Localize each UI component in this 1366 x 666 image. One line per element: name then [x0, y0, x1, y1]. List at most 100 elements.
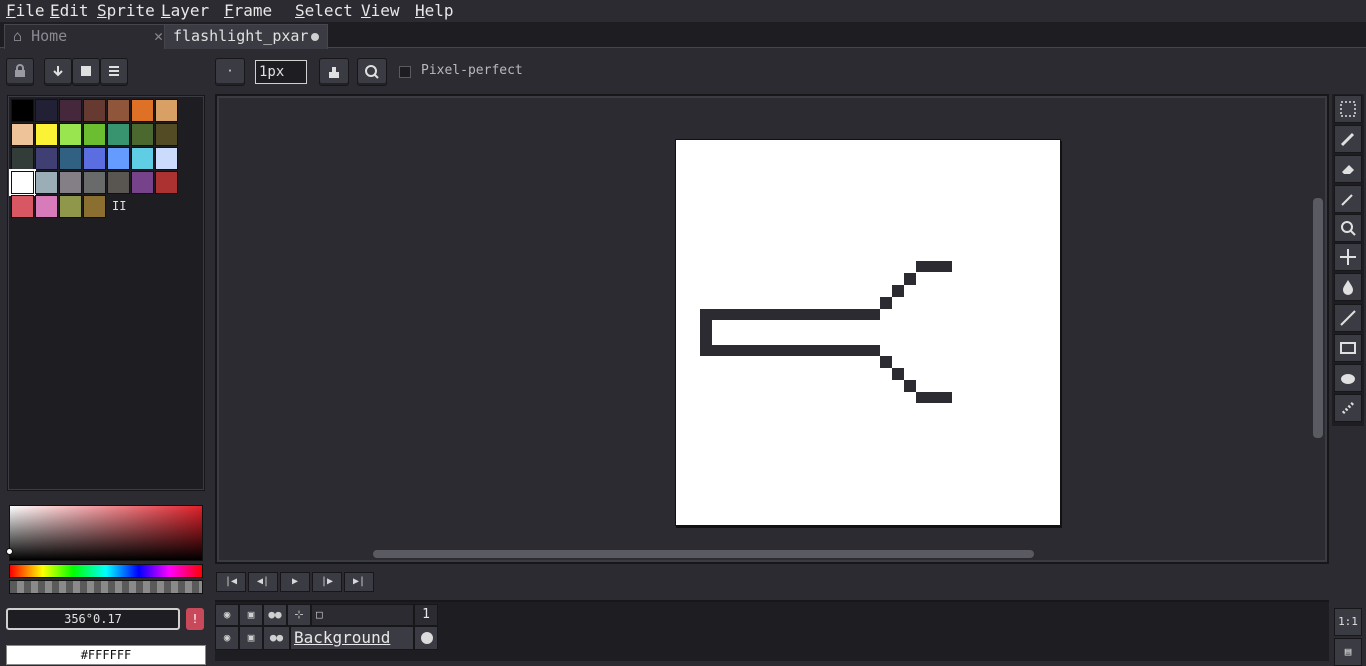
menu-layer[interactable]: Layer [161, 0, 209, 22]
spray-tool[interactable] [1334, 394, 1362, 422]
palette-swatch[interactable] [35, 99, 58, 122]
palette-swatch[interactable] [35, 195, 58, 218]
palette-swatch[interactable] [83, 99, 106, 122]
move-tool[interactable] [1334, 243, 1362, 271]
marquee-tool[interactable] [1334, 95, 1362, 123]
palette-swatch[interactable] [107, 171, 130, 194]
palette-swatch[interactable] [59, 195, 82, 218]
paint-bucket-tool[interactable] [1334, 273, 1362, 301]
saturation-value-picker[interactable] [9, 505, 203, 561]
blur-tool[interactable] [1334, 364, 1362, 392]
palette-download-button[interactable] [44, 58, 72, 86]
hex-color-field[interactable]: #FFFFFF [6, 645, 206, 665]
palette-swatch[interactable] [155, 99, 178, 122]
menu-sprite[interactable]: Sprite [97, 0, 155, 22]
ink-button[interactable] [319, 58, 349, 86]
palette-swatch[interactable] [107, 123, 130, 146]
next-frame-button[interactable]: |▶ [312, 572, 342, 592]
pencil-icon [1340, 132, 1355, 147]
line-tool[interactable] [1334, 304, 1362, 332]
palette-swatch[interactable] [155, 171, 178, 194]
color-hsv-field[interactable]: 356°0.17 [6, 608, 180, 630]
palette-swatch[interactable] [11, 123, 34, 146]
previous-frame-button[interactable]: ◀| [248, 572, 278, 592]
play-button[interactable]: ▶ [280, 572, 310, 592]
palette-swatch[interactable] [35, 147, 58, 170]
palette-swatch[interactable] [83, 195, 106, 218]
menu-view[interactable]: View [361, 0, 400, 22]
pause-glyph: II [112, 199, 127, 213]
palette-swatch[interactable] [59, 99, 82, 122]
padlock-icon[interactable]: ▣ [239, 604, 263, 626]
tab-home[interactable]: ⌂ Home ✕ [4, 24, 170, 49]
palette-swatch[interactable] [83, 171, 106, 194]
sprite-canvas[interactable] [675, 139, 1061, 526]
alpha-slider[interactable] [9, 580, 203, 594]
brush-type-button[interactable]: · [215, 58, 245, 86]
menu-frame[interactable]: Frame [224, 0, 272, 22]
layer-continuous-icon[interactable]: ●● [263, 626, 290, 650]
palette-swatch[interactable] [35, 123, 58, 146]
tab-flashlight[interactable]: flashlight_pxar [164, 24, 328, 49]
palette-swatch[interactable] [155, 147, 178, 170]
close-icon[interactable]: ✕ [154, 25, 163, 47]
warning-icon[interactable]: ! [186, 608, 204, 630]
horizontal-scrollbar[interactable] [373, 550, 1034, 558]
rectangle-tool[interactable] [1334, 334, 1362, 362]
frame-number[interactable]: 1 [414, 604, 438, 626]
palette-swatch[interactable] [131, 171, 154, 194]
first-frame-button[interactable]: |◀ [216, 572, 246, 592]
brush-size-input[interactable]: 1px [255, 60, 307, 84]
sv-cursor[interactable] [6, 548, 13, 555]
menu-file[interactable]: File [6, 0, 45, 22]
pencil-tool[interactable] [1334, 125, 1362, 153]
palette-swatch-selected[interactable] [9, 169, 36, 196]
palette-swatch[interactable] [155, 123, 178, 146]
palette-swatch[interactable] [11, 195, 34, 218]
arrow-down-icon [53, 66, 63, 77]
zoom-tool[interactable] [1334, 214, 1362, 242]
layer-visibility-eye-icon[interactable]: ◉ [215, 626, 239, 650]
palette-swatch[interactable] [131, 123, 154, 146]
palette-save-button[interactable] [72, 58, 100, 86]
cel-dot-icon [421, 632, 433, 644]
lock-icon [15, 64, 25, 77]
lock-palette-button[interactable] [6, 58, 34, 86]
continuous-icon[interactable]: ●● [263, 604, 287, 626]
flashlight-drawing [700, 261, 952, 403]
palette-swatch[interactable] [107, 99, 130, 122]
palette-swatch[interactable] [35, 171, 58, 194]
symmetry-button[interactable] [357, 58, 387, 86]
palette-swatch[interactable] [107, 147, 130, 170]
magnifier-icon [365, 65, 379, 79]
link-icon[interactable]: ⊹ [287, 604, 311, 626]
hue-slider[interactable] [9, 564, 203, 578]
palette-swatch[interactable] [131, 99, 154, 122]
menu-help[interactable]: Help [415, 0, 454, 22]
marquee-icon [1340, 101, 1356, 117]
palette-swatch[interactable] [11, 99, 34, 122]
palette-menu-button[interactable] [100, 58, 128, 86]
layer-lock-icon[interactable]: ▣ [239, 626, 263, 650]
palette-swatch[interactable] [59, 123, 82, 146]
palette-swatch[interactable] [131, 147, 154, 170]
palette-swatch[interactable] [59, 147, 82, 170]
spray-icon [1341, 401, 1355, 415]
palette-swatch[interactable] [83, 147, 106, 170]
menu-edit[interactable]: Edit [50, 0, 89, 22]
layer-name[interactable]: Background [290, 626, 414, 650]
pixel-perfect-checkbox[interactable] [399, 66, 411, 78]
vertical-scrollbar[interactable] [1313, 198, 1323, 438]
palette-swatch[interactable] [83, 123, 106, 146]
tab-file-label: flashlight_pxar [173, 27, 309, 45]
last-frame-button[interactable]: ▶| [344, 572, 374, 592]
timeline-options-button[interactable]: ▤ [1334, 638, 1362, 666]
eraser-tool[interactable] [1334, 155, 1362, 183]
ink-bottle-icon [329, 67, 339, 78]
menu-select[interactable]: Select [295, 0, 353, 22]
eyedropper-tool[interactable] [1334, 185, 1362, 213]
palette-swatch[interactable] [59, 171, 82, 194]
eye-icon[interactable]: ◉ [215, 604, 239, 626]
zoom-reset-button[interactable]: 1:1 [1334, 608, 1362, 636]
palette-swatch[interactable] [11, 147, 34, 170]
